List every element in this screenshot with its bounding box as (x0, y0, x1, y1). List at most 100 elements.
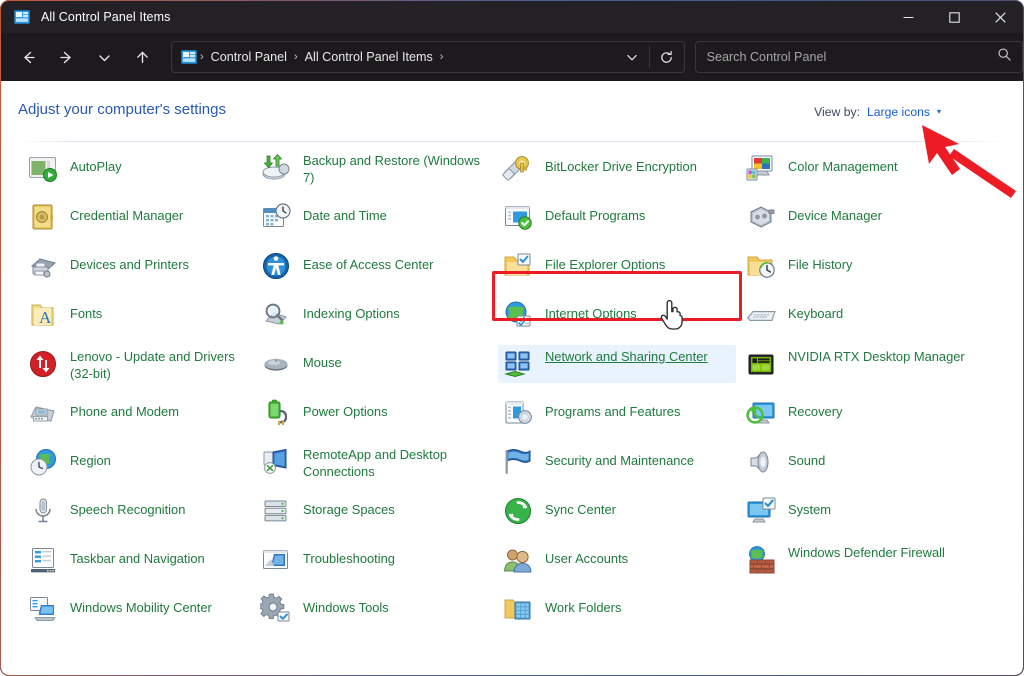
control-panel-item-label[interactable]: Windows Defender Firewall (788, 544, 945, 561)
control-panel-item-credential-manager[interactable]: Credential Manager (23, 198, 187, 236)
control-panel-item-label[interactable]: Internet Options (545, 299, 637, 322)
control-panel-item-file-history[interactable]: File History (741, 247, 856, 285)
search-box[interactable]: Search Control Panel (695, 41, 1023, 73)
control-panel-item-date-and-time[interactable]: Date and Time (256, 198, 391, 236)
control-panel-item-label[interactable]: NVIDIA RTX Desktop Manager (788, 348, 965, 365)
control-panel-item-label[interactable]: Lenovo - Update and Drivers (32-bit) (70, 348, 250, 382)
control-panel-item-nvidia-rtx-desktop-manager[interactable]: NVIDIA RTX Desktop Manager (741, 345, 969, 383)
control-panel-item-troubleshooting[interactable]: Troubleshooting (256, 541, 399, 579)
view-by-value[interactable]: Large icons (867, 105, 930, 119)
control-panel-item-label[interactable]: Device Manager (788, 201, 882, 224)
control-panel-item-taskbar-and-navigation[interactable]: Taskbar and Navigation (23, 541, 209, 579)
control-panel-item-label[interactable]: File Explorer Options (545, 250, 665, 273)
phone-and-modem-icon (27, 397, 59, 429)
control-panel-item-label[interactable]: Phone and Modem (70, 397, 179, 420)
maximize-button[interactable] (931, 1, 977, 33)
control-panel-item-label[interactable]: Devices and Printers (70, 250, 189, 273)
close-button[interactable] (977, 1, 1023, 33)
control-panel-item-label[interactable]: User Accounts (545, 544, 628, 567)
control-panel-item-label[interactable]: Backup and Restore (Windows 7) (303, 152, 483, 186)
chevron-down-icon[interactable]: ▾ (937, 108, 941, 116)
control-panel-item-label[interactable]: Work Folders (545, 593, 621, 616)
control-panel-item-label[interactable]: Sound (788, 446, 825, 469)
control-panel-item-label[interactable]: Region (70, 446, 111, 469)
control-panel-item-label[interactable]: Power Options (303, 397, 388, 420)
control-panel-item-speech-recognition[interactable]: Speech Recognition (23, 492, 189, 530)
autoplay-icon (27, 152, 59, 184)
control-panel-item-label[interactable]: Mouse (303, 348, 342, 371)
control-panel-item-security-and-maintenance[interactable]: Security and Maintenance (498, 443, 698, 481)
control-panel-item-file-explorer-options[interactable]: File Explorer Options (498, 247, 669, 285)
breadcrumb-item-all-control-panel-items[interactable]: All Control Panel Items (301, 48, 437, 66)
control-panel-item-label[interactable]: Troubleshooting (303, 544, 395, 567)
control-panel-item-lenovo-update-and-drivers-32-bit[interactable]: Lenovo - Update and Drivers (32-bit) (23, 345, 254, 385)
control-panel-item-sync-center[interactable]: Sync Center (498, 492, 620, 530)
control-panel-item-autoplay[interactable]: AutoPlay (23, 149, 126, 187)
search-input[interactable]: Search Control Panel (707, 50, 827, 64)
control-panel-item-label[interactable]: AutoPlay (70, 152, 122, 175)
control-panel-item-indexing-options[interactable]: Indexing Options (256, 296, 404, 334)
control-panel-item-region[interactable]: Region (23, 443, 115, 481)
control-panel-item-devices-and-printers[interactable]: Devices and Printers (23, 247, 193, 285)
control-panel-item-remoteapp-and-desktop-connections[interactable]: RemoteApp and Desktop Connections (256, 443, 487, 483)
control-panel-item-label[interactable]: Indexing Options (303, 299, 400, 322)
up-button[interactable] (125, 40, 159, 74)
control-panel-item-label[interactable]: Color Management (788, 152, 898, 175)
control-panel-item-sound[interactable]: Sound (741, 443, 829, 481)
view-by-control[interactable]: View by: Large icons ▾ (814, 105, 941, 119)
control-panel-item-fonts[interactable]: AFonts (23, 296, 106, 334)
control-panel-item-ease-of-access-center[interactable]: Ease of Access Center (256, 247, 437, 285)
control-panel-item-label[interactable]: Speech Recognition (70, 495, 185, 518)
address-dropdown-button[interactable] (615, 40, 649, 74)
control-panel-item-bitlocker-drive-encryption[interactable]: BitLocker Drive Encryption (498, 149, 701, 187)
control-panel-item-windows-mobility-center[interactable]: Windows Mobility Center (23, 590, 216, 628)
control-panel-item-recovery[interactable]: Recovery (741, 394, 846, 432)
control-panel-item-label[interactable]: Security and Maintenance (545, 446, 694, 469)
control-panel-item-device-manager[interactable]: Device Manager (741, 198, 886, 236)
control-panel-item-mouse[interactable]: Mouse (256, 345, 346, 383)
control-panel-item-label[interactable]: Keyboard (788, 299, 843, 322)
control-panel-item-network-and-sharing-center[interactable]: Network and Sharing Center (498, 345, 736, 383)
control-panel-item-windows-tools[interactable]: Windows Tools (256, 590, 393, 628)
control-panel-item-color-management[interactable]: Color Management (741, 149, 902, 187)
control-panel-item-label[interactable]: Storage Spaces (303, 495, 395, 518)
control-panel-item-label[interactable]: Programs and Features (545, 397, 680, 420)
control-panel-item-programs-and-features[interactable]: Programs and Features (498, 394, 684, 432)
control-panel-item-backup-and-restore-windows-7[interactable]: Backup and Restore (Windows 7) (256, 149, 487, 189)
refresh-button[interactable] (650, 40, 684, 74)
control-panel-item-label[interactable]: Sync Center (545, 495, 616, 518)
default-programs-icon (502, 201, 534, 233)
control-panel-item-power-options[interactable]: Power Options (256, 394, 392, 432)
control-panel-item-label[interactable]: Credential Manager (70, 201, 183, 224)
nvidia-rtx-icon (745, 348, 777, 380)
control-panel-item-label[interactable]: Windows Mobility Center (70, 593, 212, 616)
control-panel-item-windows-defender-firewall[interactable]: Windows Defender Firewall (741, 541, 949, 579)
minimize-button[interactable] (885, 1, 931, 33)
control-panel-item-phone-and-modem[interactable]: Phone and Modem (23, 394, 183, 432)
control-panel-item-storage-spaces[interactable]: Storage Spaces (256, 492, 399, 530)
control-panel-item-system[interactable]: System (741, 492, 835, 530)
search-icon[interactable] (997, 47, 1012, 67)
back-button[interactable] (11, 40, 45, 74)
control-panel-item-label[interactable]: Default Programs (545, 201, 645, 224)
control-panel-item-label[interactable]: Fonts (70, 299, 102, 322)
control-panel-item-label[interactable]: Taskbar and Navigation (70, 544, 205, 567)
control-panel-item-user-accounts[interactable]: User Accounts (498, 541, 632, 579)
recent-locations-button[interactable] (87, 40, 121, 74)
control-panel-item-label[interactable]: Date and Time (303, 201, 387, 224)
control-panel-item-label[interactable]: Network and Sharing Center (545, 348, 708, 365)
control-panel-item-label[interactable]: System (788, 495, 831, 518)
control-panel-item-label[interactable]: Ease of Access Center (303, 250, 433, 273)
control-panel-item-label[interactable]: Windows Tools (303, 593, 389, 616)
control-panel-item-label[interactable]: RemoteApp and Desktop Connections (303, 446, 483, 480)
forward-button[interactable] (49, 40, 83, 74)
control-panel-item-label[interactable]: File History (788, 250, 852, 273)
control-panel-item-work-folders[interactable]: Work Folders (498, 590, 625, 628)
control-panel-item-internet-options[interactable]: Internet Options (498, 296, 641, 334)
address-bar[interactable]: › Control Panel › All Control Panel Item… (171, 41, 685, 73)
control-panel-item-label[interactable]: Recovery (788, 397, 842, 420)
control-panel-item-label[interactable]: BitLocker Drive Encryption (545, 152, 697, 175)
control-panel-item-keyboard[interactable]: Keyboard (741, 296, 847, 334)
control-panel-item-default-programs[interactable]: Default Programs (498, 198, 649, 236)
breadcrumb-item-control-panel[interactable]: Control Panel (207, 48, 291, 66)
